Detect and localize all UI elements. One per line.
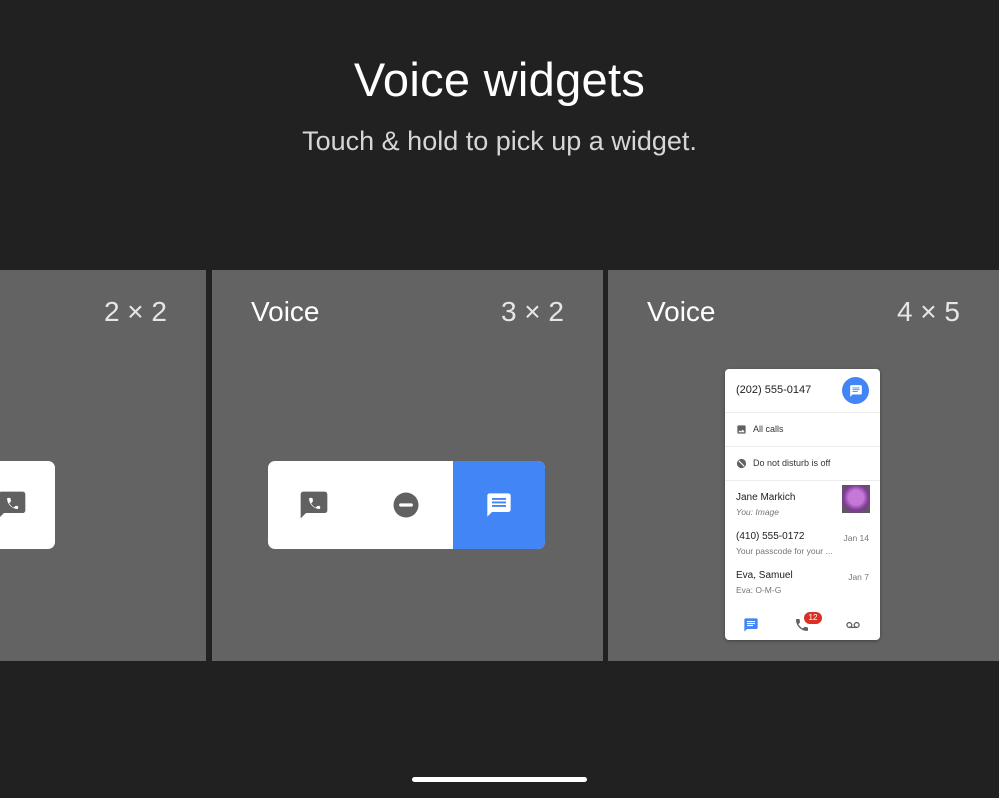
calls-option-label: All calls [753,424,784,434]
conversation-item: (410) 555-0172 Your passcode for your ..… [725,528,880,567]
message-icon [487,493,511,517]
widget-card-2x2[interactable]: 2 × 2 [0,270,206,661]
do-not-disturb-icon [393,492,419,518]
phone-number: (202) 555-0147 [736,384,812,396]
widget-preview-4x5: (202) 555-0147 All calls Do not disturb … [725,369,880,640]
page-subtitle: Touch & hold to pick up a widget. [302,126,697,156]
contact-name: Eva, Samuel [736,570,793,581]
calls-option: All calls [725,413,880,447]
message-preview: Your passcode for your ... [736,546,833,556]
widget-bottom-nav: 12 [725,610,880,640]
dnd-segment [360,461,452,549]
widget-size-label: 3 × 2 [500,296,564,327]
call-segment [268,461,360,549]
widget-header: (202) 555-0147 [725,369,880,413]
page-title: Voice widgets [353,53,646,106]
widget-size-label: 4 × 5 [896,296,960,327]
widget-app-name: Voice [647,296,716,327]
message-date: Jan 7 [848,572,869,582]
message-icon [849,384,862,397]
widget-card-3x2[interactable]: Voice 3 × 2 [212,270,603,661]
widget-app-name: Voice [251,296,320,327]
widget-size-label: 2 × 2 [103,296,167,327]
new-message-fab [842,377,869,404]
message-date: Jan 14 [843,533,869,543]
widget-preview-2x2 [0,461,55,549]
avatar [842,485,870,513]
dnd-option: Do not disturb is off [725,447,880,481]
voicemail-icon [846,621,860,629]
phone-icon [0,491,26,517]
contact-name: Jane Markich [736,492,796,503]
message-preview: You: Image [736,507,780,517]
conversation-item: Jane Markich You: Image [725,485,880,528]
home-indicator[interactable] [412,777,587,782]
missed-calls-badge: 12 [804,612,822,624]
contact-name: (410) 555-0172 [736,531,805,542]
widget-card-4x5[interactable]: Voice 4 × 5 (202) 555-0147 All calls Do … [608,270,999,661]
dnd-option-label: Do not disturb is off [753,458,831,468]
do-not-disturb-icon [736,458,747,469]
phone-icon [300,491,328,519]
message-preview: Eva: O-M-G [736,585,782,595]
conversation-item: Eva, Samuel Eva: O-M-G Jan 7 [725,567,880,606]
message-icon [744,618,758,632]
widget-preview-3x2 [268,461,545,549]
message-segment [452,461,545,549]
image-icon [737,425,746,434]
